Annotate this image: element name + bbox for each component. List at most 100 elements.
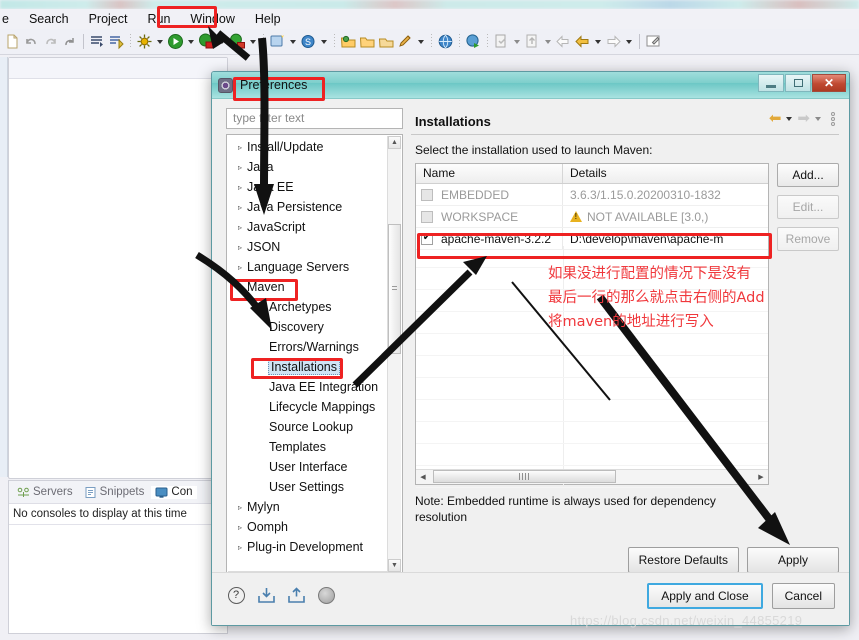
maximize-button[interactable]	[785, 74, 811, 92]
column-header-name[interactable]: Name	[416, 164, 563, 183]
help-button[interactable]: ?	[226, 585, 246, 605]
close-button[interactable]: ✕	[812, 74, 846, 92]
tree-scroll-thumb[interactable]	[388, 224, 401, 354]
checkin-dropdown-caret[interactable]	[514, 39, 520, 44]
edit-dropdown-caret[interactable]	[418, 39, 424, 44]
tab-console[interactable]: Con	[151, 485, 197, 499]
checkout-icon[interactable]	[524, 33, 541, 50]
redo-alt-icon[interactable]	[61, 33, 78, 50]
checkout-dropdown-caret[interactable]	[545, 39, 551, 44]
tree-item-user-settings[interactable]: User Settings	[230, 477, 402, 497]
tab-servers[interactable]: Servers	[13, 486, 77, 499]
export-preferences-button[interactable]	[286, 585, 306, 605]
tree-item-maven[interactable]: ▾ Maven	[230, 277, 402, 297]
collapsed-arrow-icon[interactable]: ▹	[234, 543, 246, 552]
run-as-dropdown-caret[interactable]	[219, 39, 225, 44]
tree-scroll-up-button[interactable]: ▲	[388, 136, 401, 149]
tree-item-json[interactable]: ▹ JSON	[230, 237, 402, 257]
run-last-tool-icon[interactable]	[108, 33, 125, 50]
globe-icon[interactable]	[437, 33, 454, 50]
table-hscroll-left-button[interactable]: ◀	[416, 470, 430, 483]
collapsed-arrow-icon[interactable]: ▹	[234, 523, 246, 532]
tree-item-java-ee-integration[interactable]: Java EE Integration	[230, 377, 402, 397]
tree-item-archetypes[interactable]: Archetypes	[230, 297, 402, 317]
collapsed-arrow-icon[interactable]: ▹	[234, 243, 246, 252]
tree-item-templates[interactable]: Templates	[230, 437, 402, 457]
collapsed-arrow-icon[interactable]: ▹	[234, 503, 246, 512]
menu-item-help[interactable]: Help	[245, 10, 291, 29]
run-external-icon[interactable]	[229, 33, 246, 50]
new-web-project-icon[interactable]	[269, 33, 286, 50]
tree-item-discovery[interactable]: Discovery	[230, 317, 402, 337]
table-hscroll-right-button[interactable]: ▶	[754, 470, 768, 483]
tree-item-mylyn[interactable]: ▹ Mylyn	[230, 497, 402, 517]
debug-dropdown-caret[interactable]	[157, 39, 163, 44]
collapsed-arrow-icon[interactable]: ▹	[234, 163, 246, 172]
open-browser-icon[interactable]	[465, 33, 482, 50]
filter-input[interactable]: type filter text	[226, 108, 403, 129]
nav-back-icon[interactable]: ⬅	[769, 111, 782, 126]
menu-item-run[interactable]: Run	[137, 10, 180, 29]
nav-forward-dropdown-caret[interactable]	[815, 116, 821, 121]
collapsed-arrow-icon[interactable]: ▹	[234, 203, 246, 212]
edit-pencil-icon[interactable]	[397, 33, 414, 50]
tree-item-errors-warnings[interactable]: Errors/Warnings	[230, 337, 402, 357]
table-row[interactable]: WORKSPACE NOT AVAILABLE [3.0,)	[416, 206, 768, 228]
tree-item-java-ee[interactable]: ▹ Java EE	[230, 177, 402, 197]
menu-item-file[interactable]: e	[0, 10, 19, 29]
run-as-server-icon[interactable]	[198, 33, 215, 50]
tree-item-lifecycle-mappings[interactable]: Lifecycle Mappings	[230, 397, 402, 417]
open-type-icon[interactable]	[359, 33, 376, 50]
dialog-title-bar[interactable]: Preferences ✕	[212, 72, 849, 99]
minimize-button[interactable]	[758, 74, 784, 92]
tree-item-plug-in-development[interactable]: ▹ Plug-in Development	[230, 537, 402, 557]
import-preferences-button[interactable]	[256, 585, 276, 605]
forward-icon[interactable]	[605, 33, 622, 50]
open-resource-icon[interactable]	[378, 33, 395, 50]
tree-item-source-lookup[interactable]: Source Lookup	[230, 417, 402, 437]
new-wizard-icon[interactable]	[4, 33, 21, 50]
forward-dropdown-caret[interactable]	[626, 39, 632, 44]
column-header-details[interactable]: Details	[563, 164, 768, 183]
tree-item-installations[interactable]: Installations	[230, 357, 402, 377]
row-checkbox[interactable]	[421, 188, 433, 201]
table-hscroll-thumb[interactable]	[433, 470, 616, 483]
menu-item-project[interactable]: Project	[79, 10, 138, 29]
tree-item-install-update[interactable]: ▹ Install/Update	[230, 137, 402, 157]
table-horizontal-scrollbar[interactable]: ◀ ▶	[416, 469, 768, 484]
tab-snippets[interactable]: Snippets	[80, 486, 149, 499]
apply-button[interactable]: Apply	[747, 547, 839, 573]
add-button[interactable]: Add...	[777, 163, 839, 187]
table-row[interactable]: EMBEDDED 3.6.3/1.15.0.20200310-1832	[416, 184, 768, 206]
cancel-button[interactable]: Cancel	[771, 583, 835, 609]
expanded-arrow-icon[interactable]: ▾	[234, 283, 246, 292]
new-note-icon[interactable]	[645, 33, 662, 50]
back-icon[interactable]	[574, 33, 591, 50]
new-web-dropdown-caret[interactable]	[290, 39, 296, 44]
tree-item-user-interface[interactable]: User Interface	[230, 457, 402, 477]
debug-icon[interactable]	[136, 33, 153, 50]
preferences-tree[interactable]: ▹ Install/Update ▹ Java ▹ Java EE ▹ Java Persis…	[226, 134, 403, 587]
collapsed-arrow-icon[interactable]: ▹	[234, 263, 246, 272]
row-checkbox[interactable]	[421, 210, 433, 223]
search-svn-icon[interactable]: S	[300, 33, 317, 50]
tree-item-oomph[interactable]: ▹ Oomph	[230, 517, 402, 537]
row-checkbox[interactable]: ✔	[421, 232, 433, 245]
editor-tab-strip[interactable]	[9, 58, 227, 79]
menu-item-window[interactable]: Window	[180, 10, 244, 29]
checkin-icon[interactable]	[493, 33, 510, 50]
nav-back-dropdown-caret[interactable]	[786, 116, 793, 121]
back-dropdown-caret[interactable]	[595, 39, 601, 44]
nav-forward-icon[interactable]: ➡	[797, 111, 810, 126]
menu-item-search[interactable]: Search	[19, 10, 79, 29]
redo-icon[interactable]	[42, 33, 59, 50]
tree-item-java-persistence[interactable]: ▹ Java Persistence	[230, 197, 402, 217]
back-small-icon[interactable]	[555, 33, 572, 50]
run-dropdown-caret[interactable]	[188, 39, 194, 44]
tree-item-java[interactable]: ▹ Java	[230, 157, 402, 177]
svn-dropdown-caret[interactable]	[321, 39, 327, 44]
run-external-dropdown-caret[interactable]	[250, 39, 256, 44]
open-folder-icon[interactable]	[340, 33, 357, 50]
run-icon[interactable]	[167, 33, 184, 50]
collapsed-arrow-icon[interactable]: ▹	[234, 143, 246, 152]
